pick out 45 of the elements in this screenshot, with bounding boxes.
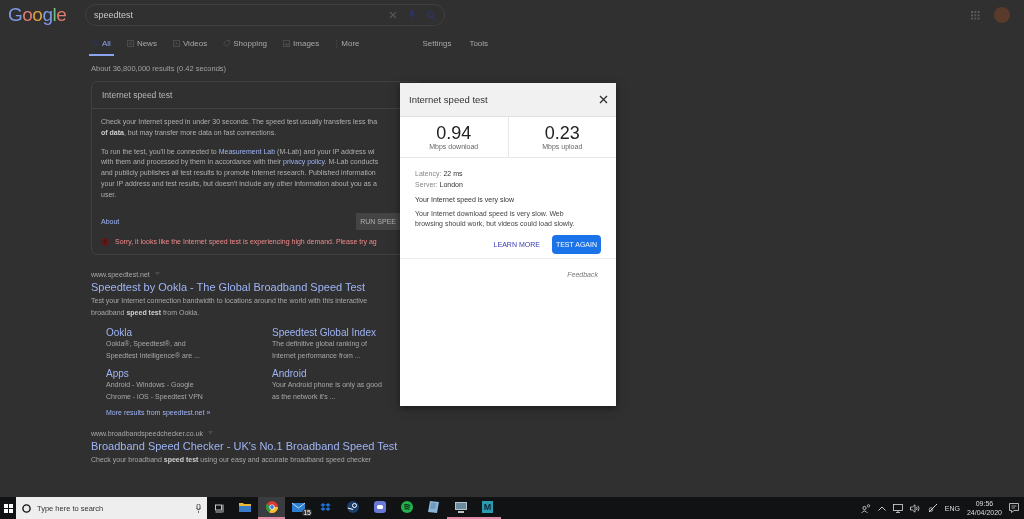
windows-start-icon[interactable] [3, 503, 13, 513]
browser-icon [265, 501, 278, 513]
search-tab[interactable]: Shopping [220, 39, 271, 56]
chat-icon [373, 501, 386, 513]
search-tab[interactable]: All [89, 39, 114, 56]
steam-icon [346, 501, 359, 513]
cortana-icon [22, 503, 31, 513]
notepad-icon [428, 501, 439, 513]
result-title[interactable]: Broadband Speed Checker - UK's No.1 Broadband Speed Test [91, 439, 401, 452]
mic-icon[interactable] [196, 503, 201, 513]
volume-icon[interactable] [909, 503, 921, 513]
tool-link[interactable]: Settings [422, 39, 452, 56]
search-tab[interactable]: More [332, 39, 363, 56]
mail-icon [292, 502, 305, 512]
tool-link[interactable]: Tools [469, 39, 489, 56]
logo[interactable]: Google [8, 4, 78, 26]
video-icon [172, 40, 180, 47]
search-tab[interactable]: Images [280, 39, 323, 56]
speed-value: 0.23 [544, 124, 580, 143]
app-tile-icon: M [482, 501, 493, 513]
chevron-up-icon[interactable] [877, 505, 886, 511]
pen-icon[interactable] [927, 503, 938, 513]
result-title[interactable]: Speedtest by Ookla - The Global Broadband Speed Test [91, 280, 401, 293]
tag-icon [223, 40, 231, 47]
speed-value: 0.94 [436, 124, 472, 143]
news-icon [126, 40, 134, 47]
people-icon[interactable] [860, 503, 871, 513]
search-icon [92, 40, 99, 47]
image-icon [283, 40, 291, 47]
computer-icon [454, 501, 467, 513]
network-icon[interactable] [892, 503, 903, 513]
sitelink-title[interactable]: Ookla [106, 326, 272, 338]
notification-icon[interactable] [1009, 503, 1019, 513]
music-icon [400, 501, 413, 513]
taskbar-app[interactable] [258, 497, 285, 519]
sitelink-title[interactable]: Apps [106, 367, 272, 379]
task-view-icon[interactable] [215, 503, 225, 513]
boxes-icon [320, 501, 331, 513]
taskbar-app[interactable]: M [474, 497, 501, 519]
search-tab[interactable]: News [123, 39, 160, 56]
search-tab[interactable]: Videos [169, 39, 211, 56]
folder-icon [238, 502, 251, 512]
dialog-title: Internet speed test [409, 94, 489, 105]
error-icon [101, 237, 109, 246]
close-button[interactable] [599, 95, 608, 104]
